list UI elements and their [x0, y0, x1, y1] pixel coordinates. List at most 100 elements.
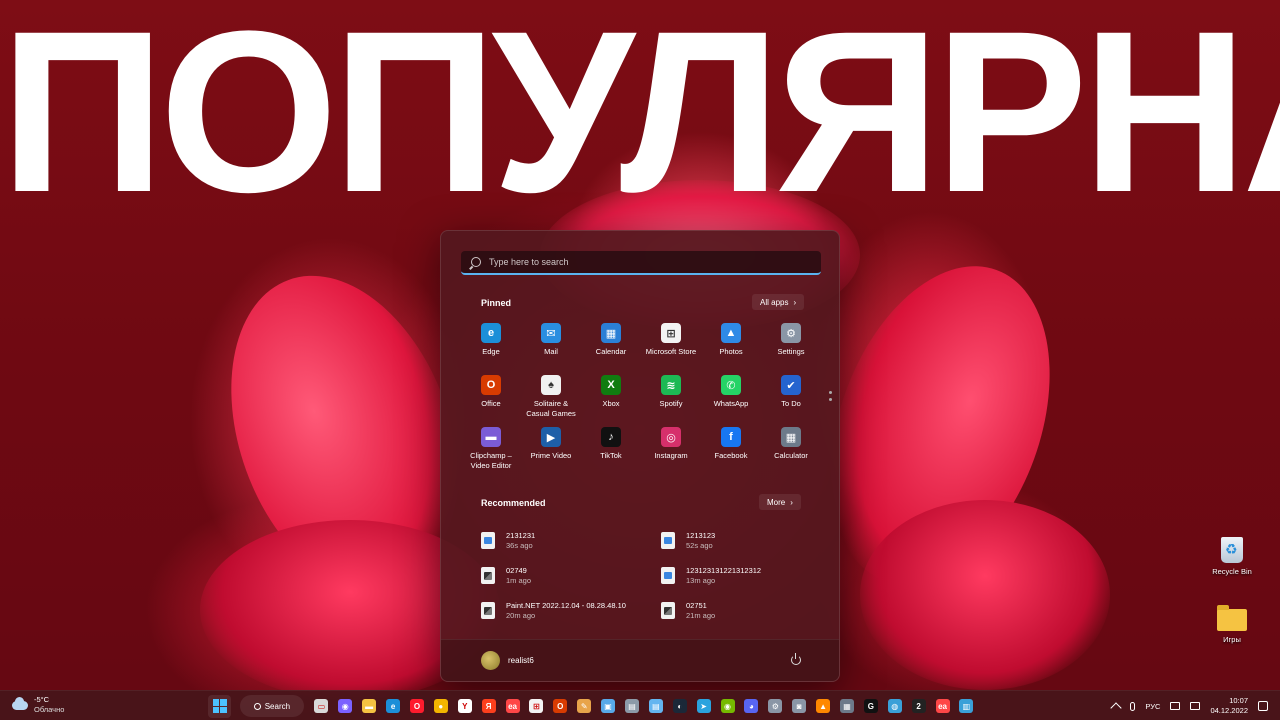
taskbar-search-label: Search [264, 701, 291, 711]
pinned-app[interactable]: X Xbox [581, 375, 641, 427]
paint-net-icon: ▤ [624, 699, 639, 713]
paint-icon: ✎ [577, 699, 592, 713]
taskbar-app[interactable]: ea [931, 695, 954, 718]
prime-video-icon: ▶ [541, 427, 561, 447]
taskbar-app[interactable]: ➤ [692, 695, 715, 718]
taskbar-app[interactable]: ◙ [788, 695, 811, 718]
taskbar-app[interactable]: ea [501, 695, 524, 718]
all-apps-button[interactable]: All apps › [752, 294, 805, 310]
avatar[interactable] [481, 651, 500, 670]
image-file-icon [481, 532, 495, 549]
pinned-app[interactable]: ▦ Calculator [761, 427, 821, 479]
recommended-item[interactable]: 2131231 36s ago [481, 523, 661, 558]
taskbar-app[interactable]: ✎ [573, 695, 596, 718]
file-explorer-icon: ▬ [362, 699, 377, 713]
taskbar-app[interactable]: O [549, 695, 572, 718]
weather-widget[interactable]: -5°C Облачно [12, 695, 64, 715]
system-tray: РУС 10:07 04.12.2022 [1110, 691, 1268, 720]
taskbar-app[interactable]: ◉ [334, 695, 357, 718]
recommended-item[interactable]: 123123131221312312 13m ago [661, 558, 821, 593]
recommended-item[interactable]: 1213123 52s ago [661, 523, 821, 558]
pinned-app-label: Prime Video [530, 451, 572, 460]
steam-icon: ◐ [672, 699, 687, 713]
pinned-app-label: WhatsApp [713, 399, 749, 408]
weather-condition: Облачно [34, 705, 65, 714]
recommended-item-time: 52s ago [686, 540, 713, 550]
page-dot[interactable] [829, 398, 832, 401]
edge-icon: e [481, 323, 501, 343]
pinned-app[interactable]: ⊞ Microsoft Store [641, 323, 701, 375]
pinned-app[interactable]: ▬ Clipchamp – Video Editor [461, 427, 521, 479]
pinned-app[interactable]: O Office [461, 375, 521, 427]
edge-icon: e [386, 699, 401, 713]
taskbar-app[interactable]: ◉ [716, 695, 739, 718]
pinned-app-label: Instagram [654, 451, 688, 460]
pinned-app[interactable]: ✆ WhatsApp [701, 375, 761, 427]
taskbar-app[interactable]: Y [453, 695, 476, 718]
clock-time: 10:07 [1229, 696, 1248, 705]
clock[interactable]: 10:07 04.12.2022 [1210, 696, 1248, 716]
taskbar-app[interactable]: ▲ [812, 695, 835, 718]
recommended-list: 2131231 36s ago 1213123 52s ago 02749 1m ago 1… [481, 523, 821, 628]
taskbar-app[interactable]: ● [429, 695, 452, 718]
pinned-app[interactable]: ▶ Prime Video [521, 427, 581, 479]
taskbar-app[interactable]: ⚙ [764, 695, 787, 718]
user-name[interactable]: realist6 [508, 656, 534, 665]
pinned-app[interactable]: ▲ Photos [701, 323, 761, 375]
pinned-app[interactable]: ♠ Solitaire & Casual Games [521, 375, 581, 427]
recommended-item[interactable]: 02751 21m ago [661, 593, 821, 628]
taskbar-app[interactable]: O [405, 695, 428, 718]
taskbar-app[interactable]: G [859, 695, 882, 718]
pinned-app[interactable]: ▦ Calendar [581, 323, 641, 375]
notepad-icon: ▤ [648, 699, 663, 713]
page-dot[interactable] [829, 391, 832, 394]
volume-icon[interactable] [1190, 702, 1201, 710]
yandex-icon: Y [457, 699, 472, 713]
taskbar-app[interactable]: ▭ [310, 695, 333, 718]
notification-icon[interactable] [1258, 701, 1268, 711]
taskbar-app[interactable]: ⊞ [525, 695, 548, 718]
chevron-up-icon[interactable] [1110, 702, 1123, 714]
pinned-app[interactable]: f Facebook [701, 427, 761, 479]
taskbar-app[interactable]: ▥ [955, 695, 978, 718]
pinned-app[interactable]: ✔ To Do [761, 375, 821, 427]
taskbar-app[interactable]: ▬ [358, 695, 381, 718]
microphone-icon[interactable] [1130, 701, 1136, 711]
image-file-icon [661, 567, 675, 584]
pinned-app[interactable]: ♪ TikTok [581, 427, 641, 479]
taskbar-app[interactable]: ▦ [835, 695, 858, 718]
games-folder[interactable]: Игры [1202, 605, 1262, 644]
taskbar-app[interactable]: 2 [907, 695, 930, 718]
start-button[interactable] [208, 694, 231, 718]
taskbar-app[interactable]: Я [477, 695, 500, 718]
taskbar-app[interactable]: ▣ [597, 695, 620, 718]
language-indicator[interactable]: РУС [1145, 702, 1160, 711]
taskbar-app[interactable]: ◍ [883, 695, 906, 718]
tiktok-icon: ♪ [601, 427, 621, 447]
chat-icon: ◉ [338, 699, 353, 713]
taskbar-app[interactable]: ▤ [620, 695, 643, 718]
taskbar-app[interactable]: ◕ [740, 695, 763, 718]
pinned-app[interactable]: ✉ Mail [521, 323, 581, 375]
taskbar-app[interactable]: ◐ [668, 695, 691, 718]
pinned-app-label: Calculator [774, 451, 808, 460]
pinned-app[interactable]: ≋ Spotify [641, 375, 701, 427]
pinned-app[interactable]: ◎ Instagram [641, 427, 701, 479]
power-icon[interactable] [791, 653, 801, 665]
start-search-input[interactable] [489, 257, 789, 267]
cloud-icon [12, 696, 28, 710]
taskbar-app[interactable]: e [382, 695, 405, 718]
pinned-app-label: Facebook [714, 451, 748, 460]
start-search-box[interactable] [461, 251, 821, 275]
recycle-bin[interactable]: Recycle Bin [1202, 537, 1262, 576]
pinned-app[interactable]: e Edge [461, 323, 521, 375]
pinned-app-label: Microsoft Store [645, 347, 697, 356]
pinned-app[interactable]: ⚙ Settings [761, 323, 821, 375]
taskbar-search-button[interactable]: Search [239, 695, 304, 717]
recommended-item[interactable]: 02749 1m ago [481, 558, 661, 593]
network-icon[interactable] [1170, 702, 1181, 710]
taskbar-app[interactable]: ▤ [644, 695, 667, 718]
task-view-icon: ▭ [314, 699, 329, 713]
recommended-item[interactable]: Paint.NET 2022.12.04 - 08.28.48.10 20m ag… [481, 593, 661, 628]
more-button[interactable]: More › [759, 494, 801, 510]
